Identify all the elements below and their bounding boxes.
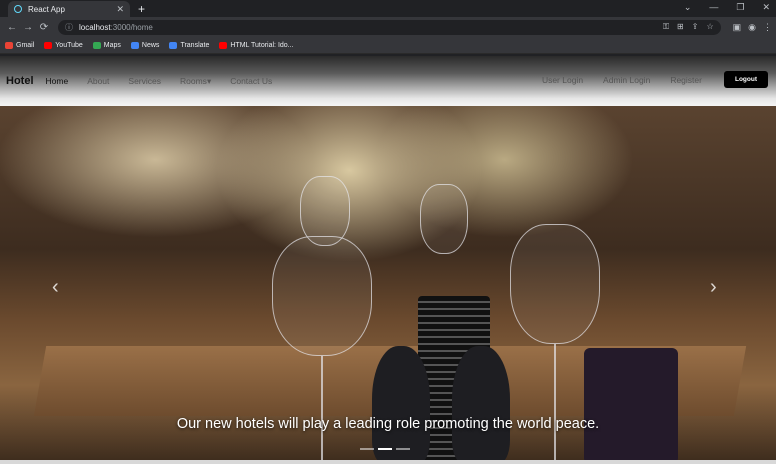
nav-link-services[interactable]: Services (128, 76, 172, 87)
logout-button[interactable]: Logout (723, 71, 768, 88)
bookmark-icon (92, 41, 101, 49)
user-login-link[interactable]: User Login (542, 75, 594, 85)
nav-link-contact[interactable]: Contact Us (230, 76, 283, 87)
bookmark-icon (44, 41, 53, 49)
menu-icon[interactable]: ⋮ (763, 22, 772, 33)
key-icon[interactable]: ⚿ (663, 22, 669, 32)
rooms-label: Rooms (180, 75, 207, 86)
browser-tab[interactable]: React App ✕ (8, 1, 130, 17)
info-icon[interactable]: ⓘ (65, 22, 73, 33)
window-controls: ⌄ — ❐ ✕ (684, 2, 770, 13)
wine-glass-image (272, 236, 372, 356)
profile-icon[interactable]: ◉ (748, 22, 756, 33)
bookmark-icon (219, 41, 228, 49)
carousel-indicators (360, 448, 410, 450)
install-icon[interactable]: ⊞ (677, 22, 684, 32)
back-button[interactable]: ← (4, 22, 20, 33)
nav-link-rooms[interactable]: Rooms▾ (180, 76, 222, 87)
share-icon[interactable]: ⇪ (692, 22, 699, 32)
url-path: :3000/home (110, 22, 153, 32)
react-icon (14, 5, 22, 13)
url-host: localhost (79, 22, 111, 32)
pepper-shaker-image (372, 346, 430, 464)
glass-stem-image (321, 356, 323, 464)
nav-right: User Login Admin Login Register Logout (542, 71, 768, 88)
bookmark-item[interactable]: Translate (169, 41, 210, 49)
bookmark-label: Maps (103, 41, 121, 49)
bookmark-icon (169, 41, 178, 49)
chevron-down-icon[interactable]: ⌄ (684, 2, 692, 13)
nav-link-about[interactable]: About (87, 76, 120, 87)
wine-glass-image (300, 176, 350, 246)
carousel-next-button[interactable]: › (710, 276, 717, 299)
browser-toolbar: ← → ⟳ ⓘ localhost:3000/home ⚿ ⊞ ⇪ ☆ ▣ ◉ … (0, 17, 776, 37)
bookmark-item[interactable]: YouTube (44, 41, 83, 49)
reload-button[interactable]: ⟳ (36, 22, 52, 33)
new-tab-button[interactable]: + (138, 1, 145, 17)
nav-links: Home About Services Rooms▾ Contact Us (46, 76, 292, 87)
admin-login-link[interactable]: Admin Login (603, 75, 661, 85)
carousel-caption: Our new hotels will play a leading role … (176, 416, 600, 432)
hero-carousel: ‹ › Our new hotels will play a leading r… (0, 106, 776, 464)
bookmarks-bar: Gmail YouTube Maps News Translate HTML Tutori… (0, 37, 776, 54)
bookmark-label: YouTube (55, 41, 83, 49)
carousel-indicator[interactable] (378, 448, 392, 450)
register-link[interactable]: Register (670, 75, 713, 85)
wine-glass-image (510, 224, 600, 344)
bookmark-icon (130, 41, 139, 49)
bookmark-item[interactable]: Gmail (5, 41, 35, 49)
glass-stem-image (554, 344, 556, 464)
star-icon[interactable]: ☆ (706, 22, 713, 32)
close-window-icon[interactable]: ✕ (762, 2, 770, 13)
chevron-down-icon: ▾ (206, 75, 212, 86)
restore-icon[interactable]: ❐ (736, 2, 744, 13)
nav-link-home[interactable]: Home (46, 76, 80, 87)
sidepanel-icon[interactable]: ▣ (733, 22, 742, 33)
wine-glass-image (420, 184, 468, 254)
tab-title: React App (28, 4, 65, 14)
carousel-prev-button[interactable]: ‹ (52, 276, 59, 299)
carousel-indicator[interactable] (360, 448, 374, 450)
minimize-icon[interactable]: — (709, 2, 718, 13)
carousel-indicator[interactable] (396, 448, 410, 450)
close-icon[interactable]: ✕ (116, 4, 124, 15)
brand-logo[interactable]: Hotel (6, 75, 34, 87)
bookmark-label: Translate (180, 41, 210, 49)
bookmark-icon (5, 41, 13, 49)
bookmark-item[interactable]: News (130, 41, 160, 49)
site-navbar: Hotel Home About Services Rooms▾ Contact… (0, 56, 776, 106)
bookmark-label: HTML Tutorial: Ido... (230, 41, 294, 49)
forward-button[interactable]: → (20, 22, 36, 33)
bookmark-item[interactable]: HTML Tutorial: Ido... (219, 41, 294, 49)
web-page: Hotel Home About Services Rooms▾ Contact… (0, 56, 776, 464)
dark-tumbler-image (584, 348, 678, 464)
browser-tabbar: React App ✕ + ⌄ — ❐ ✕ (0, 0, 776, 17)
bookmark-item[interactable]: Maps (92, 41, 121, 49)
bookmark-label: Gmail (16, 41, 35, 49)
horizontal-scrollbar[interactable] (0, 460, 776, 464)
bookmark-label: News (141, 41, 160, 49)
address-bar[interactable]: ⓘ localhost:3000/home ⚿ ⊞ ⇪ ☆ (58, 19, 721, 35)
salt-shaker-image (452, 346, 510, 464)
